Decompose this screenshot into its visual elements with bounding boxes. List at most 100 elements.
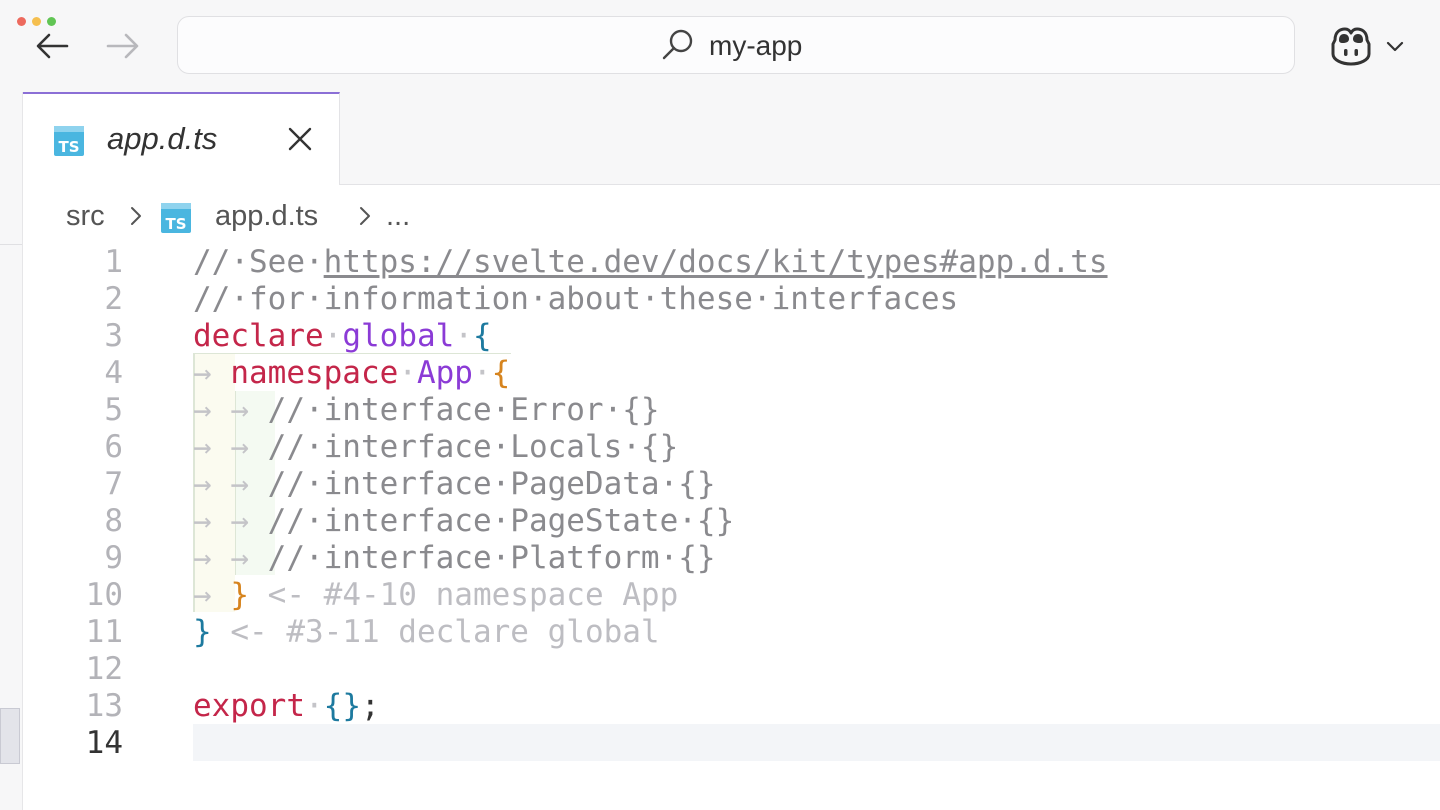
identifier: global [342, 318, 455, 354]
brace: { [472, 318, 492, 354]
whitespace-marker: · [454, 318, 473, 354]
line-content: //·See·https://svelte.dev/docs/kit/types… [193, 244, 1108, 281]
bracket-pair-hint: <- #4-10 namespace App [249, 577, 679, 613]
code-line[interactable]: 6 → → //·interface·Locals·{} [23, 429, 1440, 466]
minimize-window-button[interactable] [32, 17, 41, 26]
code-line[interactable]: 11 } <- #3-11 declare global [23, 614, 1440, 651]
close-window-button[interactable] [17, 17, 26, 26]
brace: { [491, 355, 511, 391]
typescript-file-icon: TS [161, 203, 191, 233]
line-number: 12 [85, 651, 123, 687]
code-line[interactable]: 5 → → //·interface·Error·{} [23, 392, 1440, 429]
close-icon[interactable] [285, 124, 315, 154]
comment: //·interface·PageData·{} [267, 466, 716, 502]
line-content: export·{}; [193, 688, 380, 725]
code-line[interactable]: 8 → → //·interface·PageState·{} [23, 503, 1440, 540]
line-number: 4 [104, 355, 123, 391]
copilot-menu-button[interactable] [1326, 24, 1410, 68]
line-number: 2 [104, 281, 123, 317]
line-number: 8 [104, 503, 123, 539]
line-content: → → //·interface·Locals·{} [193, 429, 678, 466]
title-bar: my-app [0, 0, 1440, 93]
tab-marker: → → [193, 503, 268, 539]
keyword: namespace [230, 355, 399, 391]
line-content: → } <- #4-10 namespace App [193, 577, 678, 614]
whitespace-marker: · [398, 355, 417, 391]
line-number: 5 [104, 392, 123, 428]
line-number-active: 14 [85, 725, 123, 761]
identifier: App [416, 355, 473, 391]
tab-label: app.d.ts [107, 121, 218, 156]
comment: //·interface·Error·{} [267, 392, 660, 428]
svg-text:TS: TS [165, 215, 186, 233]
line-number: 11 [85, 614, 123, 650]
line-content: → → //·interface·PageData·{} [193, 466, 716, 503]
code-line[interactable]: 7 → → //·interface·PageData·{} [23, 466, 1440, 503]
comment: //·interface·Locals·{} [267, 429, 679, 465]
line-number: 9 [104, 540, 123, 576]
chevron-right-icon [131, 207, 141, 225]
activity-bar [0, 92, 23, 810]
brace: } [230, 577, 249, 613]
tab-marker: → → [193, 466, 268, 502]
breadcrumb-symbols[interactable]: ... [386, 198, 410, 234]
comment: //·for·information·about·these·interface… [193, 281, 959, 317]
copilot-icon [1331, 27, 1371, 66]
code-line[interactable]: 9 → → //·interface·Platform·{} [23, 540, 1440, 577]
comment-link[interactable]: https://svelte.dev/docs/kit/types#app.d.… [324, 244, 1108, 280]
code-line[interactable]: 3 declare·global·{ [23, 318, 1440, 355]
line-content: declare·global·{ [193, 318, 492, 355]
keyword: declare [193, 318, 324, 354]
arrow-left-icon [36, 33, 69, 59]
tab-marker: → [193, 355, 231, 391]
line-number: 10 [85, 577, 123, 613]
keyword: export [193, 688, 305, 724]
brace: } [193, 614, 212, 650]
bracket-pair-hint: <- #3-11 declare global [211, 614, 660, 650]
code-editor[interactable]: 1 //·See·https://svelte.dev/docs/kit/typ… [23, 244, 1440, 810]
comment: //·interface·PageState·{} [267, 503, 735, 539]
line-content: → namespace·App·{ [193, 355, 510, 392]
tab-marker: → → [193, 540, 268, 576]
breadcrumb-file[interactable]: app.d.ts [215, 198, 318, 234]
arrow-right-icon [106, 33, 139, 59]
semicolon: ; [360, 688, 380, 724]
code-line[interactable]: 4 → namespace·App·{ [23, 355, 1440, 392]
line-number: 6 [104, 429, 123, 465]
command-center-search[interactable]: my-app [177, 16, 1295, 74]
tab-marker: → → [193, 392, 268, 428]
chevron-right-icon [360, 207, 370, 225]
line-content: → → //·interface·Error·{} [193, 392, 660, 429]
brace: {} [323, 688, 361, 724]
line-number: 1 [104, 244, 123, 280]
whitespace-marker: · [472, 355, 492, 391]
typescript-file-icon: TS [54, 126, 84, 156]
line-content: } <- #3-11 declare global [193, 614, 660, 651]
breadcrumb-folder[interactable]: src [66, 198, 105, 234]
line-content: → → //·interface·PageState·{} [193, 503, 734, 540]
tab-app-d-ts[interactable]: TS app.d.ts [23, 92, 340, 185]
forward-button[interactable] [102, 26, 142, 66]
code-line[interactable]: 10 → } <- #4-10 namespace App [23, 577, 1440, 614]
code-line[interactable]: 12 [23, 651, 1440, 688]
code-line[interactable]: 13 export·{}; [23, 688, 1440, 725]
code-line[interactable]: 2 //·for·information·about·these·interfa… [23, 281, 1440, 318]
line-number: 3 [104, 318, 123, 354]
activity-bar-item[interactable] [0, 708, 20, 764]
line-number: 7 [104, 466, 123, 502]
activity-bar-divider [0, 244, 22, 245]
back-button[interactable] [33, 26, 73, 66]
maximize-window-button[interactable] [47, 17, 56, 26]
code-line-active[interactable]: 14 [23, 725, 1440, 762]
tab-marker: → → [193, 429, 268, 465]
tab-marker: → [193, 577, 231, 613]
whitespace-marker: · [323, 318, 343, 354]
search-icon [662, 29, 693, 60]
code-line[interactable]: 1 //·See·https://svelte.dev/docs/kit/typ… [23, 244, 1440, 281]
comment: //·See· [193, 244, 324, 280]
comment: //·interface·Platform·{} [267, 540, 716, 576]
editor-tab-bar: TS app.d.ts [23, 92, 1440, 185]
search-text: my-app [709, 30, 803, 61]
svg-text:TS: TS [58, 138, 79, 156]
chevron-down-icon [1386, 41, 1404, 52]
